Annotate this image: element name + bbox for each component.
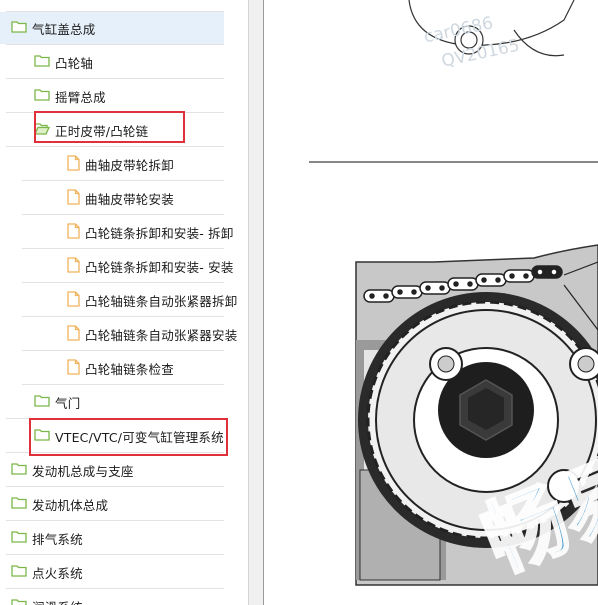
tree-item[interactable]: 凸轮轴 bbox=[0, 45, 224, 79]
tree-item-label: 曲轴皮带轮安装 bbox=[85, 191, 174, 207]
tree-item[interactable]: 凸轮轴链条自动张紧器安装 bbox=[0, 317, 237, 351]
tree-item[interactable]: 凸轮轴链条自动张紧器拆卸 bbox=[0, 283, 237, 317]
folder-icon bbox=[11, 564, 27, 580]
tree-item[interactable]: 摇臂总成 bbox=[0, 79, 224, 113]
document-icon bbox=[67, 154, 80, 174]
folder-icon bbox=[34, 54, 50, 70]
tree-item-label: 曲轴皮带轮拆卸 bbox=[85, 157, 174, 173]
tree-item[interactable]: VTEC/VTC/可变气缸管理系统 bbox=[0, 419, 224, 453]
tree-item[interactable]: 曲轴皮带轮拆卸 bbox=[0, 147, 224, 181]
tree-item-label: 发动机总成与支座 bbox=[32, 463, 134, 479]
tree-item[interactable]: 凸轮链条拆卸和安装- 拆卸 bbox=[0, 215, 234, 249]
tree-item-label: 凸轮轴链条自动张紧器安装 bbox=[85, 327, 238, 343]
tree-item[interactable]: 发动机总成与支座 bbox=[0, 453, 224, 487]
tree-item-label: 排气系统 bbox=[32, 531, 83, 547]
tree-item[interactable]: 气门 bbox=[0, 385, 224, 419]
folder-icon bbox=[11, 598, 27, 605]
tree-item[interactable]: 润滑系统 bbox=[0, 589, 83, 605]
tree-item-label: 摇臂总成 bbox=[55, 89, 106, 105]
tree-item-label: 正时皮带/凸轮链 bbox=[55, 123, 149, 139]
tree-item[interactable]: 发动机体总成 bbox=[0, 487, 224, 521]
tree-item[interactable]: 凸轮链条拆卸和安装- 安装 bbox=[0, 249, 234, 283]
document-icon bbox=[67, 290, 80, 310]
document-icon bbox=[67, 256, 80, 276]
tree-item[interactable]: 气缸盖总成 bbox=[0, 11, 224, 45]
tree-item-label: 发动机体总成 bbox=[32, 497, 109, 513]
tree-item-label: 气门 bbox=[55, 395, 81, 411]
tree-item-label: 点火系统 bbox=[32, 565, 83, 581]
tree-item[interactable]: 排气系统 bbox=[0, 521, 224, 555]
tree-item-label: 凸轮轴链条检查 bbox=[85, 361, 174, 377]
tree-item[interactable]: 正时皮带/凸轮链 bbox=[0, 113, 224, 147]
document-icon bbox=[67, 188, 80, 208]
tree-item[interactable]: 点火系统 bbox=[0, 555, 224, 589]
folder-icon bbox=[11, 0, 27, 3]
document-icon bbox=[67, 358, 80, 378]
panel-splitter[interactable] bbox=[248, 0, 264, 605]
folder-open-icon bbox=[33, 122, 51, 138]
tree-item[interactable]: 曲轴皮带轮安装 bbox=[0, 181, 224, 215]
tree-item-label: 凸轮链条拆卸和安装- 拆卸 bbox=[85, 225, 234, 241]
tree-item-label: 润滑系统 bbox=[32, 597, 83, 605]
folder-icon bbox=[34, 428, 50, 444]
tree-item-label: 凸轮轴 bbox=[55, 55, 94, 71]
folder-icon bbox=[11, 496, 27, 512]
tree-panel: 气缸盖总成凸轮轴摇臂总成正时皮带/凸轮链曲轴皮带轮拆卸 曲轴皮带轮安装凸轮链条拆卸… bbox=[0, 0, 248, 605]
document-view: car0686 QV20165 畅易 bbox=[264, 0, 598, 605]
folder-icon bbox=[11, 20, 27, 36]
tree-item[interactable]: 凸轮轴链条检查 bbox=[0, 351, 224, 385]
folder-icon bbox=[34, 394, 50, 410]
tree-item-label: 凸轮链条拆卸和安装- 安装 bbox=[85, 259, 234, 275]
tree-item-label: 凸轮轴链条自动张紧器拆卸 bbox=[85, 293, 238, 309]
tree-item-label: 气缸盖总成 bbox=[32, 21, 96, 37]
document-icon bbox=[67, 324, 80, 344]
folder-icon bbox=[11, 530, 27, 546]
folder-icon bbox=[11, 462, 27, 478]
tree-item-label: VTEC/VTC/可变气缸管理系统 bbox=[55, 429, 224, 445]
document-icon bbox=[67, 222, 80, 242]
folder-icon bbox=[34, 88, 50, 104]
engine-diagram: car0686 QV20165 畅易 bbox=[309, 0, 598, 592]
